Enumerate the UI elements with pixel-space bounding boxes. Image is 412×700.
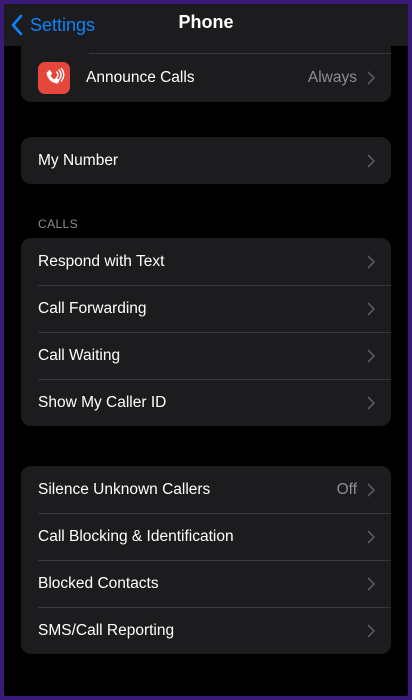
silence-unknown-callers-label: Silence Unknown Callers — [38, 480, 211, 498]
callers-group: Silence Unknown Callers Off Call Blockin… — [21, 466, 391, 654]
chevron-right-icon — [367, 482, 375, 497]
chevron-right-icon — [367, 70, 375, 85]
my-number-row[interactable]: My Number — [21, 137, 391, 184]
my-number-group: My Number — [21, 137, 391, 184]
chevron-right-icon — [367, 348, 375, 363]
announce-calls-value: Always — [307, 68, 357, 86]
silence-unknown-callers-value: Off — [336, 480, 357, 498]
chevron-right-icon — [367, 529, 375, 544]
respond-with-text-label: Respond with Text — [38, 252, 165, 270]
call-waiting-row[interactable]: Call Waiting — [21, 332, 391, 379]
chevron-right-icon — [367, 301, 375, 316]
chevron-right-icon — [367, 254, 375, 269]
silence-unknown-callers-row[interactable]: Silence Unknown Callers Off — [21, 466, 391, 513]
call-blocking-identification-row[interactable]: Call Blocking & Identification — [21, 513, 391, 560]
calls-group: Respond with Text Call Forwarding Call W… — [21, 238, 391, 426]
respond-with-text-row[interactable]: Respond with Text — [21, 238, 391, 285]
phone-sound-icon — [38, 61, 70, 94]
calls-section-header: CALLS — [38, 217, 79, 231]
blocked-contacts-label: Blocked Contacts — [38, 574, 159, 592]
announce-calls-label: Announce Calls — [86, 68, 195, 86]
page-title: Phone — [178, 12, 234, 32]
announce-calls-row[interactable]: Announce Calls Always — [21, 54, 391, 101]
chevron-right-icon — [367, 576, 375, 591]
phone-settings-screen: Announce Calls Always Settings Phone My … — [4, 4, 408, 696]
blocked-contacts-row[interactable]: Blocked Contacts — [21, 560, 391, 607]
sms-call-reporting-label: SMS/Call Reporting — [38, 621, 175, 639]
navigation-bar: Settings Phone — [4, 4, 408, 46]
call-forwarding-row[interactable]: Call Forwarding — [21, 285, 391, 332]
chevron-right-icon — [367, 623, 375, 638]
call-waiting-label: Call Waiting — [38, 346, 121, 364]
sms-call-reporting-row[interactable]: SMS/Call Reporting — [21, 607, 391, 654]
call-forwarding-label: Call Forwarding — [38, 299, 147, 317]
my-number-label: My Number — [38, 151, 119, 169]
show-my-caller-id-label: Show My Caller ID — [38, 393, 167, 411]
chevron-right-icon — [367, 153, 375, 168]
call-blocking-identification-label: Call Blocking & Identification — [38, 527, 234, 545]
show-my-caller-id-row[interactable]: Show My Caller ID — [21, 379, 391, 426]
chevron-right-icon — [367, 395, 375, 410]
